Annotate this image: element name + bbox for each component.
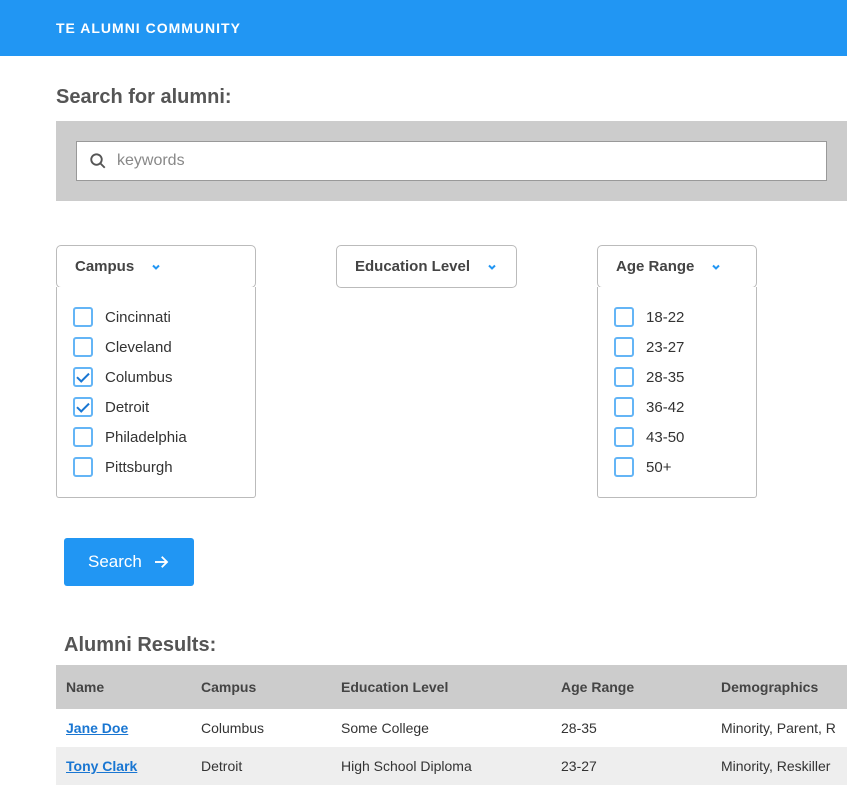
checkbox-icon — [73, 457, 93, 477]
search-title: Search for alumni: — [56, 86, 791, 109]
col-age: Age Range — [551, 665, 711, 709]
cell-age: 28-35 — [551, 709, 711, 747]
campus-option-label: Philadelphia — [105, 429, 187, 446]
age-option[interactable]: 50+ — [614, 452, 740, 482]
cell-education: Some College — [331, 709, 551, 747]
cell-campus: Columbus — [191, 709, 331, 747]
age-dropdown: 18-22 23-27 28-35 36-42 43-50 — [597, 287, 757, 498]
search-button[interactable]: Search — [64, 538, 194, 586]
checkbox-icon — [614, 457, 634, 477]
checkbox-icon — [614, 397, 634, 417]
campus-option[interactable]: Cincinnati — [73, 302, 239, 332]
app-header: TE ALUMNI COMMUNITY — [0, 0, 847, 56]
search-box — [56, 121, 847, 201]
checkbox-icon — [614, 307, 634, 327]
col-demographics: Demographics — [711, 665, 847, 709]
search-input-wrapper[interactable] — [76, 141, 827, 181]
campus-filter-button[interactable]: Campus — [56, 245, 256, 288]
campus-option-label: Columbus — [105, 369, 173, 386]
age-option-label: 28-35 — [646, 369, 684, 386]
age-option-label: 18-22 — [646, 309, 684, 326]
campus-option[interactable]: Columbus — [73, 362, 239, 392]
chevron-down-icon — [486, 261, 498, 273]
cell-demographics: Minority, Parent, R — [711, 709, 847, 747]
education-filter-button[interactable]: Education Level — [336, 245, 517, 288]
search-button-label: Search — [88, 552, 142, 572]
age-option-label: 23-27 — [646, 339, 684, 356]
campus-option[interactable]: Detroit — [73, 392, 239, 422]
campus-dropdown: Cincinnati Cleveland Columbus Detroit Ph… — [56, 287, 256, 498]
age-option-label: 43-50 — [646, 429, 684, 446]
campus-option-label: Cincinnati — [105, 309, 171, 326]
checkbox-icon — [73, 337, 93, 357]
col-name: Name — [56, 665, 191, 709]
col-education: Education Level — [331, 665, 551, 709]
campus-filter-label: Campus — [75, 258, 134, 275]
age-option[interactable]: 18-22 — [614, 302, 740, 332]
alumni-name-link[interactable]: Jane Doe — [66, 720, 128, 736]
campus-option[interactable]: Philadelphia — [73, 422, 239, 452]
cell-age: 23-27 — [551, 747, 711, 785]
age-filter-label: Age Range — [616, 258, 694, 275]
table-row: Tony Clark Detroit High School Diploma 2… — [56, 747, 847, 785]
education-filter-label: Education Level — [355, 258, 470, 275]
cell-education: High School Diploma — [331, 747, 551, 785]
checkbox-icon — [73, 307, 93, 327]
age-filter: Age Range 18-22 23-27 28-35 — [597, 245, 757, 498]
chevron-down-icon — [710, 261, 722, 273]
checkbox-icon — [614, 367, 634, 387]
checkbox-icon — [614, 337, 634, 357]
age-filter-button[interactable]: Age Range — [597, 245, 757, 288]
campus-filter: Campus Cincinnati Cleveland Columbus — [56, 245, 256, 498]
table-row: Jane Doe Columbus Some College 28-35 Min… — [56, 709, 847, 747]
checkbox-icon — [73, 427, 93, 447]
campus-option-label: Cleveland — [105, 339, 172, 356]
age-option-label: 36-42 — [646, 399, 684, 416]
alumni-name-link[interactable]: Tony Clark — [66, 758, 137, 774]
search-icon — [89, 152, 107, 170]
age-option[interactable]: 28-35 — [614, 362, 740, 392]
checkbox-checked-icon — [73, 397, 93, 417]
arrow-right-icon — [152, 553, 170, 571]
age-option[interactable]: 36-42 — [614, 392, 740, 422]
campus-option[interactable]: Pittsburgh — [73, 452, 239, 482]
header-title: TE ALUMNI COMMUNITY — [56, 20, 241, 36]
table-header-row: Name Campus Education Level Age Range De… — [56, 665, 847, 709]
campus-option-label: Pittsburgh — [105, 459, 173, 476]
cell-demographics: Minority, Reskiller — [711, 747, 847, 785]
checkbox-icon — [614, 427, 634, 447]
age-option-label: 50+ — [646, 459, 671, 476]
education-filter: Education Level — [336, 245, 517, 288]
results-table: Name Campus Education Level Age Range De… — [56, 665, 847, 785]
chevron-down-icon — [150, 261, 162, 273]
checkbox-checked-icon — [73, 367, 93, 387]
campus-option-label: Detroit — [105, 399, 149, 416]
search-input[interactable] — [117, 152, 814, 170]
results-title: Alumni Results: — [64, 634, 791, 657]
age-option[interactable]: 23-27 — [614, 332, 740, 362]
col-campus: Campus — [191, 665, 331, 709]
age-option[interactable]: 43-50 — [614, 422, 740, 452]
cell-campus: Detroit — [191, 747, 331, 785]
campus-option[interactable]: Cleveland — [73, 332, 239, 362]
filters-row: Campus Cincinnati Cleveland Columbus — [56, 245, 791, 498]
